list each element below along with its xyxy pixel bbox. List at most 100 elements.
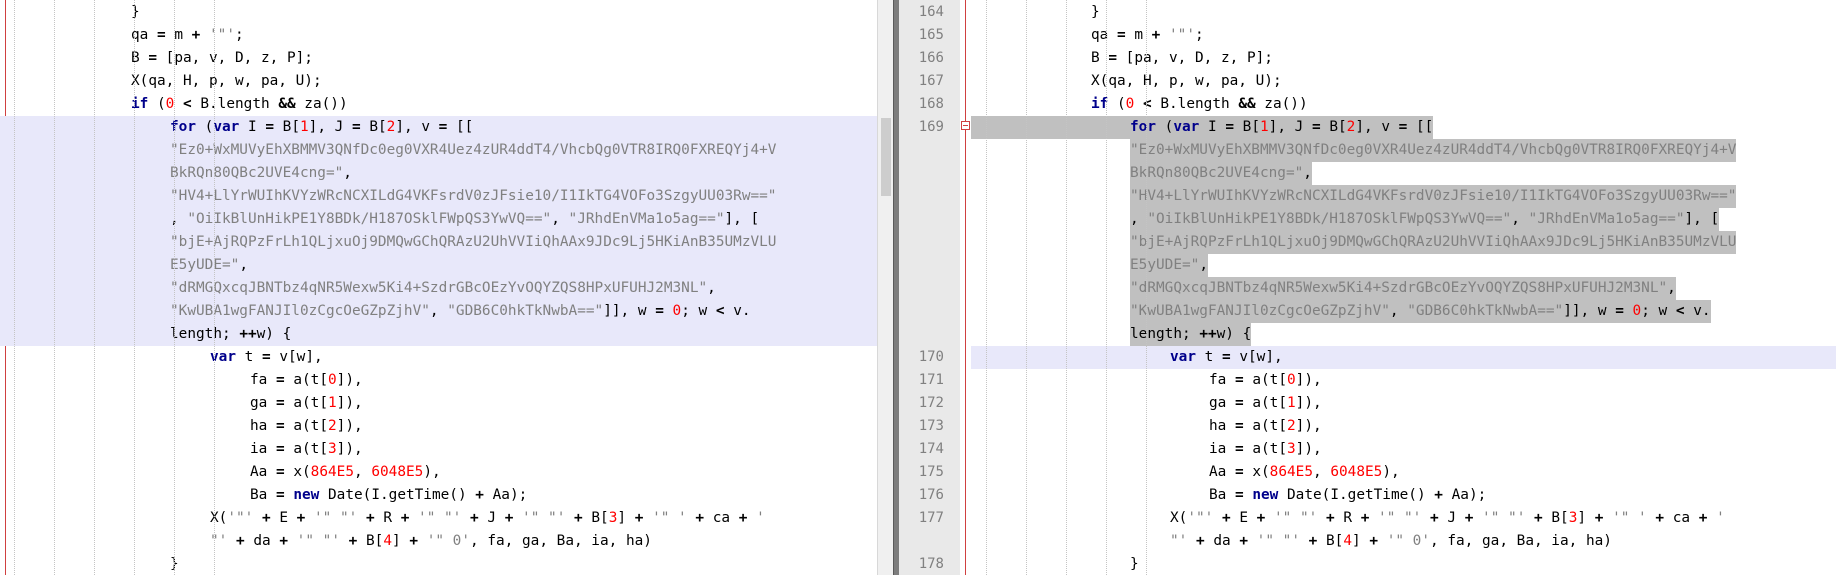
code-line[interactable]: "' + da + '" "' + B[4] + '" 0', fa, ga, …	[899, 530, 1836, 553]
code-line[interactable]: 170 var t = v[w],	[899, 346, 1836, 369]
code-line[interactable]: E5yUDE=",	[899, 254, 1836, 277]
code-token: +	[1369, 533, 1379, 549]
code-token: , fa, ga, Ba, ia, ha)	[1430, 533, 1612, 549]
line-number: 176	[918, 487, 944, 503]
code-line[interactable]: , "OiIkBlUnHikPE1Y8BDk/H187OSklFWpQS3YwV…	[899, 208, 1836, 231]
code-line[interactable]: E5yUDE=",	[0, 254, 877, 277]
code-line[interactable]: 171 fa = a(t[0]),	[899, 369, 1836, 392]
code-line[interactable]: , "OiIkBlUnHikPE1Y8BDk/H187OSklFWpQS3YwV…	[0, 208, 877, 231]
code-token: x(	[1243, 464, 1270, 480]
code-token: B[	[1320, 119, 1347, 135]
code-line[interactable]: qa = m + '"';	[0, 24, 877, 47]
code-line[interactable]: B = [pa, v, D, z, P];	[0, 47, 877, 70]
code-line[interactable]: length; ++w) {	[899, 323, 1836, 346]
code-line[interactable]: ga = a(t[1]),	[0, 392, 877, 415]
code-token: X(	[1170, 510, 1188, 526]
code-token: B[	[274, 119, 300, 135]
code-line[interactable]: 165 qa = m + '"';	[899, 24, 1836, 47]
line-number: 167	[918, 73, 944, 89]
code-line[interactable]: "' + da + '" "' + B[4] + '" 0', fa, ga, …	[0, 530, 877, 553]
code-line[interactable]: Aa = x(864E5, 6048E5),	[0, 461, 877, 484]
code-token: "KwUBA1wgFANJIl0zCgcOeGZpZjhV"	[1130, 303, 1390, 319]
code-line[interactable]: "bjE+AjRQPzFrLh1QLjxuOj9DMQwGChQRAzU2UhV…	[899, 231, 1836, 254]
code-line[interactable]: BkRQn80QBc2UVE4cng=",	[0, 162, 877, 185]
code-line[interactable]: for (var I = B[1], J = B[2], v = [[	[0, 116, 877, 139]
code-line[interactable]: 166 B = [pa, v, D, z, P];	[899, 47, 1836, 70]
code-token: Aa	[250, 464, 276, 480]
code-token: ),	[423, 464, 441, 480]
code-line[interactable]: 169 for (var I = B[1], J = B[2], v = [[	[899, 116, 1836, 139]
code-line[interactable]: fa = a(t[0]),	[0, 369, 877, 392]
code-token: fa	[250, 372, 276, 388]
code-token: "'	[210, 533, 228, 549]
code-line[interactable]: "KwUBA1wgFANJIl0zCgcOeGZpZjhV", "GDB6C0h…	[0, 300, 877, 323]
code-token: 2	[1287, 418, 1296, 434]
code-token: 864E5	[310, 464, 354, 480]
code-line[interactable]: Ba = new Date(I.getTime() + Aa);	[0, 484, 877, 507]
code-token: R	[1334, 510, 1361, 526]
code-token: 0	[1632, 303, 1642, 319]
code-line[interactable]: 174 ia = a(t[3]),	[899, 438, 1836, 461]
code-token: Aa);	[483, 487, 528, 503]
code-token: +	[470, 510, 479, 526]
code-line[interactable]: 175 Aa = x(864E5, 6048E5),	[899, 461, 1836, 484]
code-token: ]	[1352, 533, 1370, 549]
code-token: =	[1615, 303, 1624, 319]
code-token: ,	[239, 257, 248, 273]
code-token: ++	[1199, 326, 1217, 342]
code-token: '"'	[1187, 510, 1214, 526]
left-vertical-scrollbar[interactable]	[877, 0, 894, 575]
code-line[interactable]: "Ez0+WxMUVyEhXBMMV3QNfDc0eg0VXR4Uez4zUR4…	[0, 139, 877, 162]
line-number: 173	[918, 418, 944, 434]
left-editor-pane[interactable]: } qa = m + '"'; B = [pa, v, D, z, P]; X(qa,…	[0, 0, 877, 575]
line-number: 170	[918, 349, 944, 365]
code-token: "JRhdEnVMa1o5ag=="	[1528, 211, 1685, 227]
code-line[interactable]: }	[0, 553, 877, 575]
code-token: [[	[447, 119, 474, 135]
code-token: Ba	[1209, 487, 1235, 503]
code-text: qa = m + '"';	[1091, 24, 1204, 47]
scrollbar-thumb[interactable]	[881, 118, 891, 196]
code-line[interactable]: length; ++w) {	[0, 323, 877, 346]
code-token: ]	[392, 533, 410, 549]
code-line[interactable]: var t = v[w],	[0, 346, 877, 369]
code-line[interactable]: 167 X(qa, H, p, w, pa, U);	[899, 70, 1836, 93]
code-text: ha = a(t[2]),	[250, 415, 363, 438]
code-line[interactable]: 176 Ba = new Date(I.getTime() + Aa);	[899, 484, 1836, 507]
code-line[interactable]: "KwUBA1wgFANJIl0zCgcOeGZpZjhV", "GDB6C0h…	[899, 300, 1836, 323]
code-line[interactable]: BkRQn80QBc2UVE4cng=",	[899, 162, 1836, 185]
code-token: a(t[	[1243, 372, 1287, 388]
code-line[interactable]: "HV4+LlYrWUIhKVYzWRcNCXILdG4VKFsrdV0zJFs…	[899, 185, 1836, 208]
code-line[interactable]: X('"' + E + '" "' + R + '" "' + J + '" "…	[0, 507, 877, 530]
code-line[interactable]: 178}	[899, 553, 1836, 575]
code-line[interactable]: "dRMGQxcqJBNTbz4qNR5Wexw5Ki4+SzdrGBcOEzY…	[899, 277, 1836, 300]
code-text: "dRMGQxcqJBNTbz4qNR5Wexw5Ki4+SzdrGBcOEzY…	[1130, 277, 1676, 300]
code-token: ]),	[1295, 441, 1322, 457]
code-line[interactable]: "HV4+LlYrWUIhKVYzWRcNCXILdG4VKFsrdV0zJFs…	[0, 185, 877, 208]
code-line[interactable]: 172 ga = a(t[1]),	[899, 392, 1836, 415]
code-line[interactable]: "Ez0+WxMUVyEhXBMMV3QNfDc0eg0VXR4Uez4zUR4…	[899, 139, 1836, 162]
code-token: 6048E5	[371, 464, 424, 480]
code-line[interactable]: ia = a(t[3]),	[0, 438, 877, 461]
code-token: [[	[1407, 119, 1434, 135]
code-line[interactable]: }	[0, 1, 877, 24]
code-text: if (0 < B.length && za())	[131, 93, 348, 116]
code-line[interactable]: if (0 < B.length && za())	[0, 93, 877, 116]
code-line[interactable]: 173 ha = a(t[2]),	[899, 415, 1836, 438]
code-line[interactable]: "bjE+AjRQPzFrLh1QLjxuOj9DMQwGChQRAzU2UhV…	[0, 231, 877, 254]
code-token: ca	[1664, 510, 1699, 526]
code-token: BkRQn80QBc2UVE4cng="	[170, 165, 344, 181]
code-line[interactable]: ha = a(t[2]),	[0, 415, 877, 438]
code-line[interactable]: "dRMGQxcqJBNTbz4qNR5Wexw5Ki4+SzdrGBcOEzY…	[0, 277, 877, 300]
code-line[interactable]: 164}	[899, 1, 1836, 24]
right-editor-pane[interactable]: 164} 165 qa = m + '"'; 166 B = [pa, v, D, z,…	[899, 0, 1836, 575]
code-line[interactable]: X(qa, H, p, w, pa, U);	[0, 70, 877, 93]
code-token: BkRQn80QBc2UVE4cng="	[1130, 165, 1304, 181]
code-line[interactable]: 177 X('"' + E + '" "' + R + '" "' + J + '…	[899, 507, 1836, 530]
code-line[interactable]: 168 if (0 < B.length && za())	[899, 93, 1836, 116]
code-token: +	[1326, 510, 1335, 526]
